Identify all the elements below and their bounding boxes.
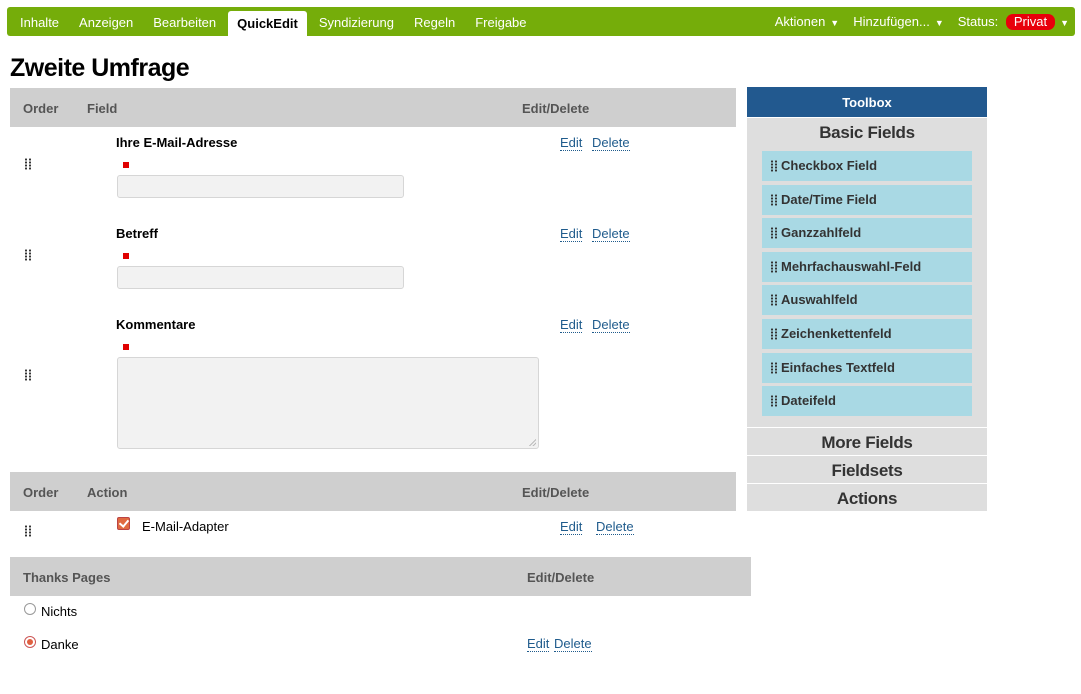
thanks-table-header: Thanks Pages Edit/Delete xyxy=(10,557,751,596)
delete-link-comments[interactable]: Delete xyxy=(592,318,630,333)
drag-handle-icon[interactable] xyxy=(24,369,32,381)
toolbox-item-label: Zeichenkettenfeld xyxy=(781,325,892,341)
header-thanks-pages: Thanks Pages xyxy=(23,570,111,585)
drag-handle-icon xyxy=(770,361,778,374)
section-basic-fields[interactable]: Basic Fields xyxy=(747,117,987,148)
delete-link-danke[interactable]: Delete xyxy=(554,637,592,652)
delete-link-subject[interactable]: Delete xyxy=(592,227,630,242)
toolbox-item-integer[interactable]: Ganzzahlfeld xyxy=(762,218,972,249)
header-order: Order xyxy=(23,101,59,116)
toolbox-panel: Toolbox Basic Fields Checkbox Field Date… xyxy=(747,87,987,511)
toolbox-item-label: Date/Time Field xyxy=(781,191,877,207)
toolbox-item-label: Einfaches Textfeld xyxy=(781,359,895,375)
required-marker-icon xyxy=(123,344,129,350)
caret-down-icon: ▼ xyxy=(1060,17,1069,28)
action-label-mail-adapter: E-Mail-Adapter xyxy=(142,519,229,534)
toolbox-item-label: Mehrfachauswahl-Feld xyxy=(781,258,922,274)
toolbox-item-label: Ganzzahlfeld xyxy=(781,225,862,241)
section-more-fields[interactable]: More Fields xyxy=(747,426,987,455)
toolbox-item-label: Dateifeld xyxy=(781,393,836,409)
thanks-radio-danke[interactable] xyxy=(24,636,36,648)
header-edit-delete: Edit/Delete xyxy=(522,485,590,500)
status-menu[interactable]: Status: Privat ▼ xyxy=(957,13,1069,30)
add-menu-label: Hinzufügen... xyxy=(853,14,930,29)
actions-menu-label: Aktionen xyxy=(774,14,826,29)
thanks-label-none: Nichts xyxy=(41,604,78,619)
basic-fields-list: Checkbox Field Date/Time Field Ganzzahlf… xyxy=(747,148,987,427)
comments-textarea[interactable] xyxy=(117,357,539,449)
toolbox-item-datetime[interactable]: Date/Time Field xyxy=(762,184,972,215)
fields-table-header: Order Field Edit/Delete xyxy=(10,88,736,127)
status-label: Status: xyxy=(957,13,999,29)
toolbox-item-string[interactable]: Zeichenkettenfeld xyxy=(762,318,972,349)
top-nav-bar: Inhalte Anzeigen Bearbeiten QuickEdit Sy… xyxy=(7,7,1075,36)
tab-anzeigen[interactable]: Anzeigen xyxy=(69,7,143,36)
drag-handle-icon[interactable] xyxy=(24,525,32,537)
drag-handle-icon xyxy=(770,395,778,408)
toolbox-item-textfield[interactable]: Einfaches Textfeld xyxy=(762,352,972,383)
resize-handle-icon[interactable] xyxy=(529,439,536,446)
drag-handle-icon xyxy=(770,294,778,307)
delete-link-mail-adapter[interactable]: Delete xyxy=(596,520,634,535)
toolbox-item-checkbox[interactable]: Checkbox Field xyxy=(762,151,972,181)
field-label-subject: Betreff xyxy=(116,226,158,241)
drag-handle-icon xyxy=(770,227,778,240)
status-badge: Privat xyxy=(1005,13,1056,30)
tab-regeln[interactable]: Regeln xyxy=(404,7,465,36)
tab-inhalte[interactable]: Inhalte xyxy=(10,7,69,36)
tab-bearbeiten[interactable]: Bearbeiten xyxy=(143,7,226,36)
drag-handle-icon xyxy=(770,260,778,273)
toolbox-item-label: Checkbox Field xyxy=(781,158,878,173)
drag-handle-icon xyxy=(770,193,778,206)
section-actions[interactable]: Actions xyxy=(747,482,987,511)
toolbox-item-select[interactable]: Auswahlfeld xyxy=(762,285,972,316)
tab-freigabe[interactable]: Freigabe xyxy=(465,7,536,36)
drag-handle-icon[interactable] xyxy=(24,158,32,170)
drag-handle-icon xyxy=(770,160,778,172)
action-menus: Aktionen ▼ Hinzufügen... ▼ Status: Privat ▼ xyxy=(761,7,1069,36)
edit-link-comments[interactable]: Edit xyxy=(560,318,583,333)
toolbox-item-file[interactable]: Dateifeld xyxy=(762,386,972,417)
action-enabled-checkbox[interactable] xyxy=(117,517,130,530)
tab-quickedit[interactable]: QuickEdit xyxy=(228,11,307,36)
header-field: Field xyxy=(87,101,118,116)
actions-table-header: Order Action Edit/Delete xyxy=(10,472,736,511)
header-order: Order xyxy=(23,485,59,500)
field-label-email: Ihre E-Mail-Adresse xyxy=(116,135,238,150)
drag-handle-icon xyxy=(770,327,778,340)
drag-handle-icon[interactable] xyxy=(24,249,32,261)
add-menu[interactable]: Hinzufügen... ▼ xyxy=(853,14,944,29)
section-fieldsets[interactable]: Fieldsets xyxy=(747,454,987,483)
thanks-radio-none[interactable] xyxy=(24,603,36,615)
edit-link-subject[interactable]: Edit xyxy=(560,227,583,242)
email-field[interactable] xyxy=(117,175,404,198)
edit-link-danke[interactable]: Edit xyxy=(527,637,550,652)
required-marker-icon xyxy=(123,162,129,168)
content-tabs: Inhalte Anzeigen Bearbeiten QuickEdit Sy… xyxy=(10,7,537,36)
page-title: Zweite Umfrage xyxy=(10,54,190,82)
toolbox-title: Toolbox xyxy=(747,87,987,117)
field-label-comments: Kommentare xyxy=(116,317,196,332)
header-action: Action xyxy=(87,485,128,500)
actions-menu[interactable]: Aktionen ▼ xyxy=(775,14,840,29)
toolbox-item-multiselect[interactable]: Mehrfachauswahl-Feld xyxy=(762,251,972,282)
edit-link-mail-adapter[interactable]: Edit xyxy=(560,520,583,535)
delete-link-email[interactable]: Delete xyxy=(592,136,630,151)
toolbox-item-label: Auswahlfeld xyxy=(781,292,858,308)
header-edit-delete: Edit/Delete xyxy=(527,570,595,585)
caret-down-icon: ▼ xyxy=(934,18,944,28)
caret-down-icon: ▼ xyxy=(830,18,840,28)
required-marker-icon xyxy=(123,253,129,259)
subject-field[interactable] xyxy=(117,266,404,289)
tab-syndizierung[interactable]: Syndizierung xyxy=(309,7,404,36)
header-edit-delete: Edit/Delete xyxy=(522,101,590,116)
thanks-label-danke: Danke xyxy=(41,637,79,652)
edit-link-email[interactable]: Edit xyxy=(560,136,583,151)
